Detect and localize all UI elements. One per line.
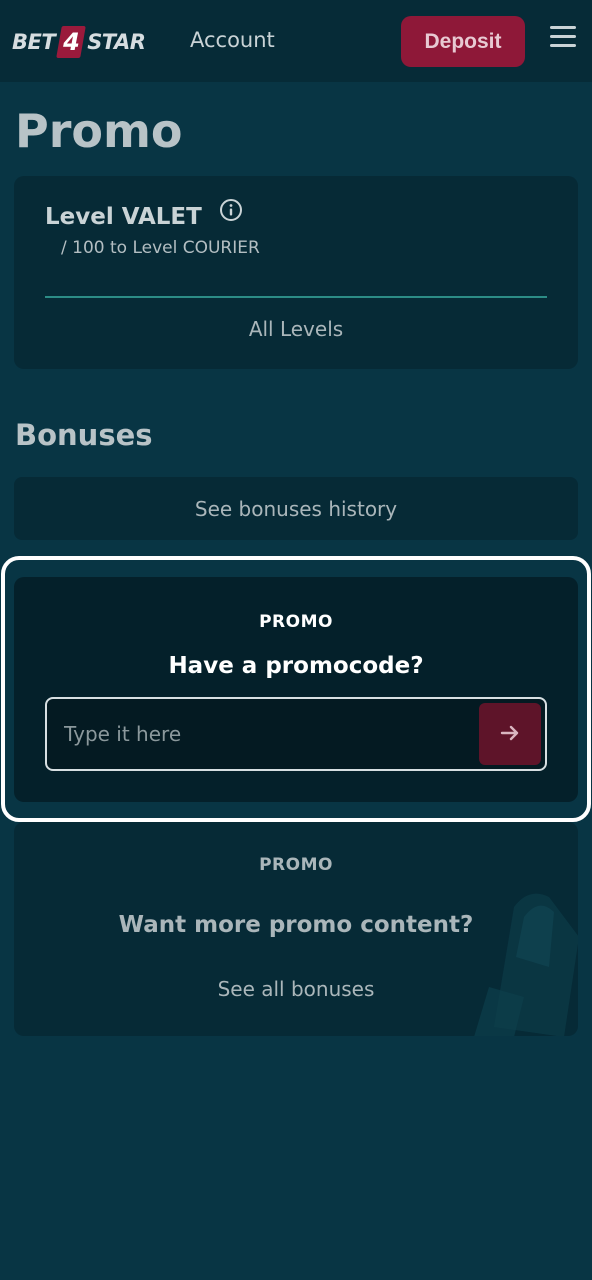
hamburger-menu-icon[interactable]	[550, 26, 576, 48]
bonuses-history-button[interactable]: See bonuses history	[14, 477, 578, 540]
promocode-heading: Have a promocode?	[168, 653, 424, 679]
account-link[interactable]: Account	[190, 28, 275, 52]
gift-decoration-icon	[454, 877, 578, 1036]
level-progress-fill	[45, 296, 547, 298]
page-title: Promo	[15, 104, 183, 158]
promocode-card: PROMO Have a promocode?	[14, 577, 578, 802]
promocode-field	[45, 697, 547, 771]
arrow-right-icon	[499, 722, 521, 747]
more-promo-label: PROMO	[259, 855, 333, 875]
promo-label: PROMO	[259, 612, 333, 632]
more-promo-card: PROMO Want more promo content? See all b…	[14, 822, 578, 1036]
top-header: BET 4 STAR Account Deposit	[0, 0, 592, 82]
level-progress-bar	[45, 296, 547, 298]
see-all-bonuses-link[interactable]: See all bonuses	[14, 977, 578, 1001]
promocode-input[interactable]	[47, 699, 477, 769]
logo-text-star: STAR	[87, 30, 146, 54]
more-promo-heading: Want more promo content?	[118, 912, 474, 938]
all-levels-link[interactable]: All Levels	[14, 317, 578, 341]
level-title: Level VALET	[45, 204, 202, 230]
deposit-button[interactable]: Deposit	[401, 16, 525, 67]
bet4star-logo[interactable]: BET 4 STAR	[12, 26, 146, 58]
logo-text-bet: BET	[12, 30, 56, 54]
info-icon[interactable]	[219, 198, 243, 222]
bonuses-title: Bonuses	[15, 418, 153, 452]
promocode-submit-button[interactable]	[479, 703, 541, 765]
level-progress-text: / 100 to Level COURIER	[61, 238, 260, 258]
level-card: Level VALET / 100 to Level COURIER All L…	[14, 176, 578, 369]
logo-four-badge: 4	[57, 26, 85, 58]
logo-text-four: 4	[63, 28, 80, 56]
